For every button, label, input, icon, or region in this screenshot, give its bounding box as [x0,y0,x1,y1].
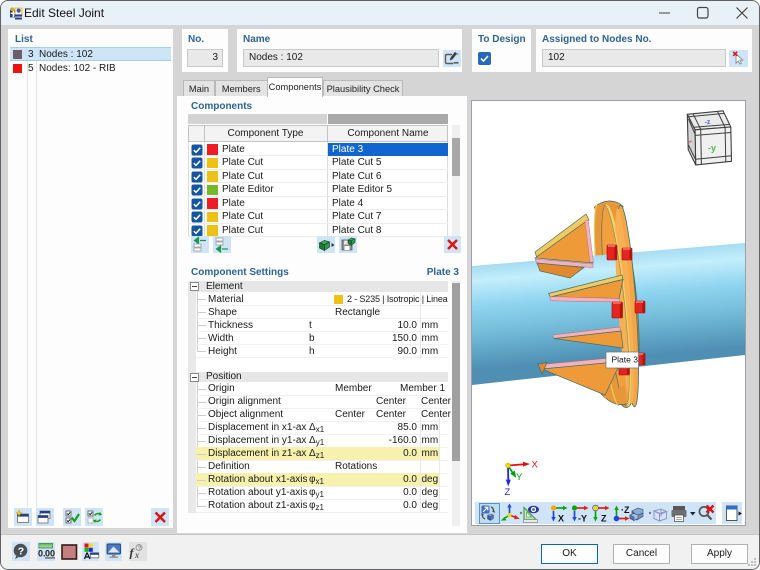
svg-text:f: f [130,546,135,560]
svg-text:-z: -z [704,119,711,127]
svg-text:00: 00 [45,549,55,559]
svg-text:Y: Y [516,472,523,483]
svg-text:Plate 3: Plate 3 [612,355,639,365]
svg-text:?: ? [138,545,142,552]
svg-text:X: X [532,460,539,471]
svg-text:·Z: ·Z [621,505,630,515]
svg-text:Z: Z [505,487,511,498]
svg-text:-y: -y [708,143,716,153]
svg-text:-Y: -Y [578,514,587,524]
svg-text:X: X [558,514,564,524]
svg-text:Z: Z [601,514,607,524]
svg-text:?: ? [18,546,24,558]
